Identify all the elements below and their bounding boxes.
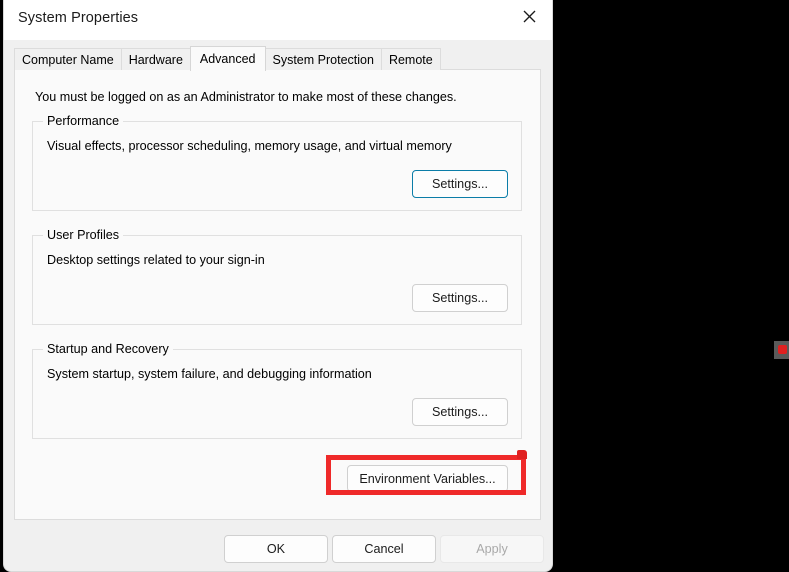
tab-computer-name[interactable]: Computer Name <box>14 48 122 70</box>
user-profiles-group-legend: User Profiles <box>43 228 124 242</box>
performance-group-description: Visual effects, processor scheduling, me… <box>47 139 452 153</box>
dialog-footer: OK Cancel Apply <box>4 530 552 572</box>
window-title: System Properties <box>18 10 139 26</box>
performance-group-legend: Performance <box>43 114 124 128</box>
environment-variables-button[interactable]: Environment Variables... <box>347 465 508 492</box>
user-profiles-group-description: Desktop settings related to your sign-in <box>47 253 265 267</box>
title-bar: System Properties <box>4 0 552 40</box>
user-profiles-settings-button[interactable]: Settings... <box>412 284 508 312</box>
apply-button: Apply <box>440 535 544 563</box>
administrator-note: You must be logged on as an Administrato… <box>35 90 457 104</box>
system-properties-dialog: System Properties Computer Name Hardware… <box>3 0 553 572</box>
user-profiles-group: User Profiles Desktop settings related t… <box>32 228 522 325</box>
cancel-button[interactable]: Cancel <box>332 535 436 563</box>
tab-hardware[interactable]: Hardware <box>120 48 191 70</box>
desktop-marker-dot <box>778 345 787 354</box>
close-icon[interactable] <box>506 0 552 32</box>
performance-settings-button[interactable]: Settings... <box>412 170 508 198</box>
tab-advanced[interactable]: Advanced <box>189 46 266 71</box>
startup-recovery-group: Startup and Recovery System startup, sys… <box>32 342 522 439</box>
desktop-marker <box>774 341 789 359</box>
startup-recovery-group-legend: Startup and Recovery <box>43 342 173 356</box>
advanced-tab-panel: You must be logged on as an Administrato… <box>14 69 541 520</box>
performance-group: Performance Visual effects, processor sc… <box>32 114 522 211</box>
tab-strip: Computer Name Hardware Advanced System P… <box>14 46 441 71</box>
startup-recovery-settings-button[interactable]: Settings... <box>412 398 508 426</box>
startup-recovery-group-description: System startup, system failure, and debu… <box>47 367 372 381</box>
tab-system-protection[interactable]: System Protection <box>264 48 382 70</box>
ok-button[interactable]: OK <box>224 535 328 563</box>
tab-remote[interactable]: Remote <box>380 48 441 70</box>
